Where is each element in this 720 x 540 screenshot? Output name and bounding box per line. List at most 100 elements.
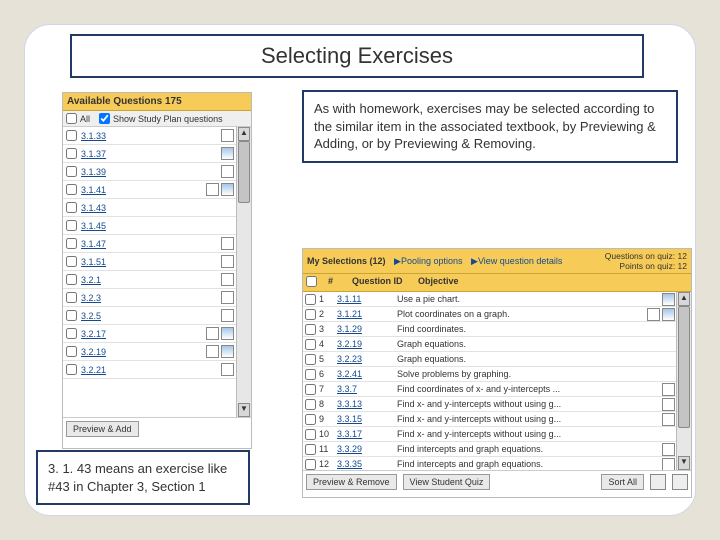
chart-icon[interactable]	[221, 345, 234, 358]
question-id-link[interactable]: 3.3.13	[337, 399, 397, 409]
row-checkbox[interactable]	[66, 166, 77, 177]
objective-text: Find intercepts and graph equations.	[397, 444, 660, 454]
chart-icon[interactable]	[221, 327, 234, 340]
select-all-checkbox[interactable]	[66, 113, 77, 124]
question-id-link[interactable]: 3.1.51	[81, 257, 219, 267]
animation-icon[interactable]	[662, 398, 675, 411]
question-id-link[interactable]: 3.2.19	[337, 339, 397, 349]
row-checkbox[interactable]	[305, 444, 316, 455]
question-id-link[interactable]: 3.2.41	[337, 369, 397, 379]
question-id-link[interactable]: 3.3.35	[337, 459, 397, 469]
animation-icon[interactable]	[221, 309, 234, 322]
animation-icon[interactable]	[662, 413, 675, 426]
selection-row: 93.3.15Find x- and y-intercepts without …	[303, 412, 677, 427]
question-id-link[interactable]: 3.2.23	[337, 354, 397, 364]
row-checkbox[interactable]	[305, 429, 316, 440]
show-studyplan-checkbox[interactable]	[99, 113, 110, 124]
scroll-up-icon[interactable]: ▲	[678, 292, 690, 306]
available-toolbar: All Show Study Plan questions	[63, 111, 251, 127]
row-checkbox[interactable]	[305, 384, 316, 395]
scroll-thumb[interactable]	[238, 141, 250, 203]
question-id-link[interactable]: 3.2.1	[81, 275, 219, 285]
row-checkbox[interactable]	[305, 414, 316, 425]
question-id-link[interactable]: 3.1.37	[81, 149, 219, 159]
animation-icon[interactable]	[206, 183, 219, 196]
select-all-selections-checkbox[interactable]	[306, 276, 317, 287]
animation-icon[interactable]	[221, 291, 234, 304]
question-id-link[interactable]: 3.3.7	[337, 384, 397, 394]
row-checkbox[interactable]	[66, 274, 77, 285]
question-id-link[interactable]: 3.1.11	[337, 294, 397, 304]
chart-icon[interactable]	[221, 147, 234, 160]
row-checkbox[interactable]	[66, 202, 77, 213]
animation-icon[interactable]	[662, 443, 675, 456]
animation-icon[interactable]	[662, 458, 675, 471]
row-checkbox[interactable]	[305, 459, 316, 470]
row-checkbox[interactable]	[66, 364, 77, 375]
selection-row: 73.3.7Find coordinates of x- and y-inter…	[303, 382, 677, 397]
view-student-quiz-button[interactable]: View Student Quiz	[403, 474, 491, 490]
question-id-link[interactable]: 3.1.29	[337, 324, 397, 334]
row-checkbox[interactable]	[66, 184, 77, 195]
animation-icon[interactable]	[221, 255, 234, 268]
animation-icon[interactable]	[221, 129, 234, 142]
animation-icon[interactable]	[221, 363, 234, 376]
scroll-thumb[interactable]	[678, 306, 690, 428]
available-row: 3.1.41	[63, 181, 237, 199]
row-checkbox[interactable]	[66, 328, 77, 339]
row-checkbox[interactable]	[305, 399, 316, 410]
row-checkbox[interactable]	[66, 238, 77, 249]
question-id-link[interactable]: 3.3.29	[337, 444, 397, 454]
animation-icon[interactable]	[206, 327, 219, 340]
view-details-link[interactable]: ▶View question details	[471, 256, 562, 266]
row-checkbox[interactable]	[305, 339, 316, 350]
question-id-link[interactable]: 3.1.39	[81, 167, 219, 177]
row-checkbox[interactable]	[66, 256, 77, 267]
row-checkbox[interactable]	[66, 148, 77, 159]
delete-icon[interactable]	[672, 474, 688, 490]
selections-scrollbar[interactable]: ▲ ▼	[676, 292, 691, 470]
question-id-link[interactable]: 3.1.41	[81, 185, 204, 195]
row-checkbox[interactable]	[66, 292, 77, 303]
row-checkbox[interactable]	[66, 310, 77, 321]
scroll-down-icon[interactable]: ▼	[238, 403, 250, 417]
question-id-link[interactable]: 3.1.33	[81, 131, 219, 141]
question-id-link[interactable]: 3.2.19	[81, 347, 204, 357]
animation-icon[interactable]	[647, 308, 660, 321]
available-scrollbar[interactable]: ▲ ▼	[236, 127, 251, 417]
question-id-link[interactable]: 3.3.17	[337, 429, 397, 439]
question-id-link[interactable]: 3.1.43	[81, 203, 234, 213]
sort-all-button[interactable]: Sort All	[601, 474, 644, 490]
chart-icon[interactable]	[221, 183, 234, 196]
chart-icon[interactable]	[662, 293, 675, 306]
row-checkbox[interactable]	[66, 130, 77, 141]
question-id-link[interactable]: 3.1.21	[337, 309, 397, 319]
question-id-link[interactable]: 3.2.3	[81, 293, 219, 303]
row-checkbox[interactable]	[305, 324, 316, 335]
preview-add-button[interactable]: Preview & Add	[66, 421, 139, 437]
chart-icon[interactable]	[662, 308, 675, 321]
row-checkbox[interactable]	[66, 220, 77, 231]
row-checkbox[interactable]	[305, 369, 316, 380]
animation-icon[interactable]	[221, 273, 234, 286]
scroll-down-icon[interactable]: ▼	[678, 456, 690, 470]
question-id-link[interactable]: 3.1.45	[81, 221, 234, 231]
available-row: 3.2.5	[63, 307, 237, 325]
row-checkbox[interactable]	[305, 309, 316, 320]
animation-icon[interactable]	[662, 383, 675, 396]
question-id-link[interactable]: 3.2.17	[81, 329, 204, 339]
animation-icon[interactable]	[221, 165, 234, 178]
animation-icon[interactable]	[206, 345, 219, 358]
scroll-up-icon[interactable]: ▲	[238, 127, 250, 141]
print-icon[interactable]	[650, 474, 666, 490]
question-id-link[interactable]: 3.2.21	[81, 365, 219, 375]
row-checkbox[interactable]	[305, 294, 316, 305]
pooling-options-link[interactable]: ▶Pooling options	[394, 256, 462, 266]
row-checkbox[interactable]	[305, 354, 316, 365]
question-id-link[interactable]: 3.3.15	[337, 414, 397, 424]
row-checkbox[interactable]	[66, 346, 77, 357]
question-id-link[interactable]: 3.2.5	[81, 311, 219, 321]
animation-icon[interactable]	[221, 237, 234, 250]
question-id-link[interactable]: 3.1.47	[81, 239, 219, 249]
preview-remove-button[interactable]: Preview & Remove	[306, 474, 397, 490]
